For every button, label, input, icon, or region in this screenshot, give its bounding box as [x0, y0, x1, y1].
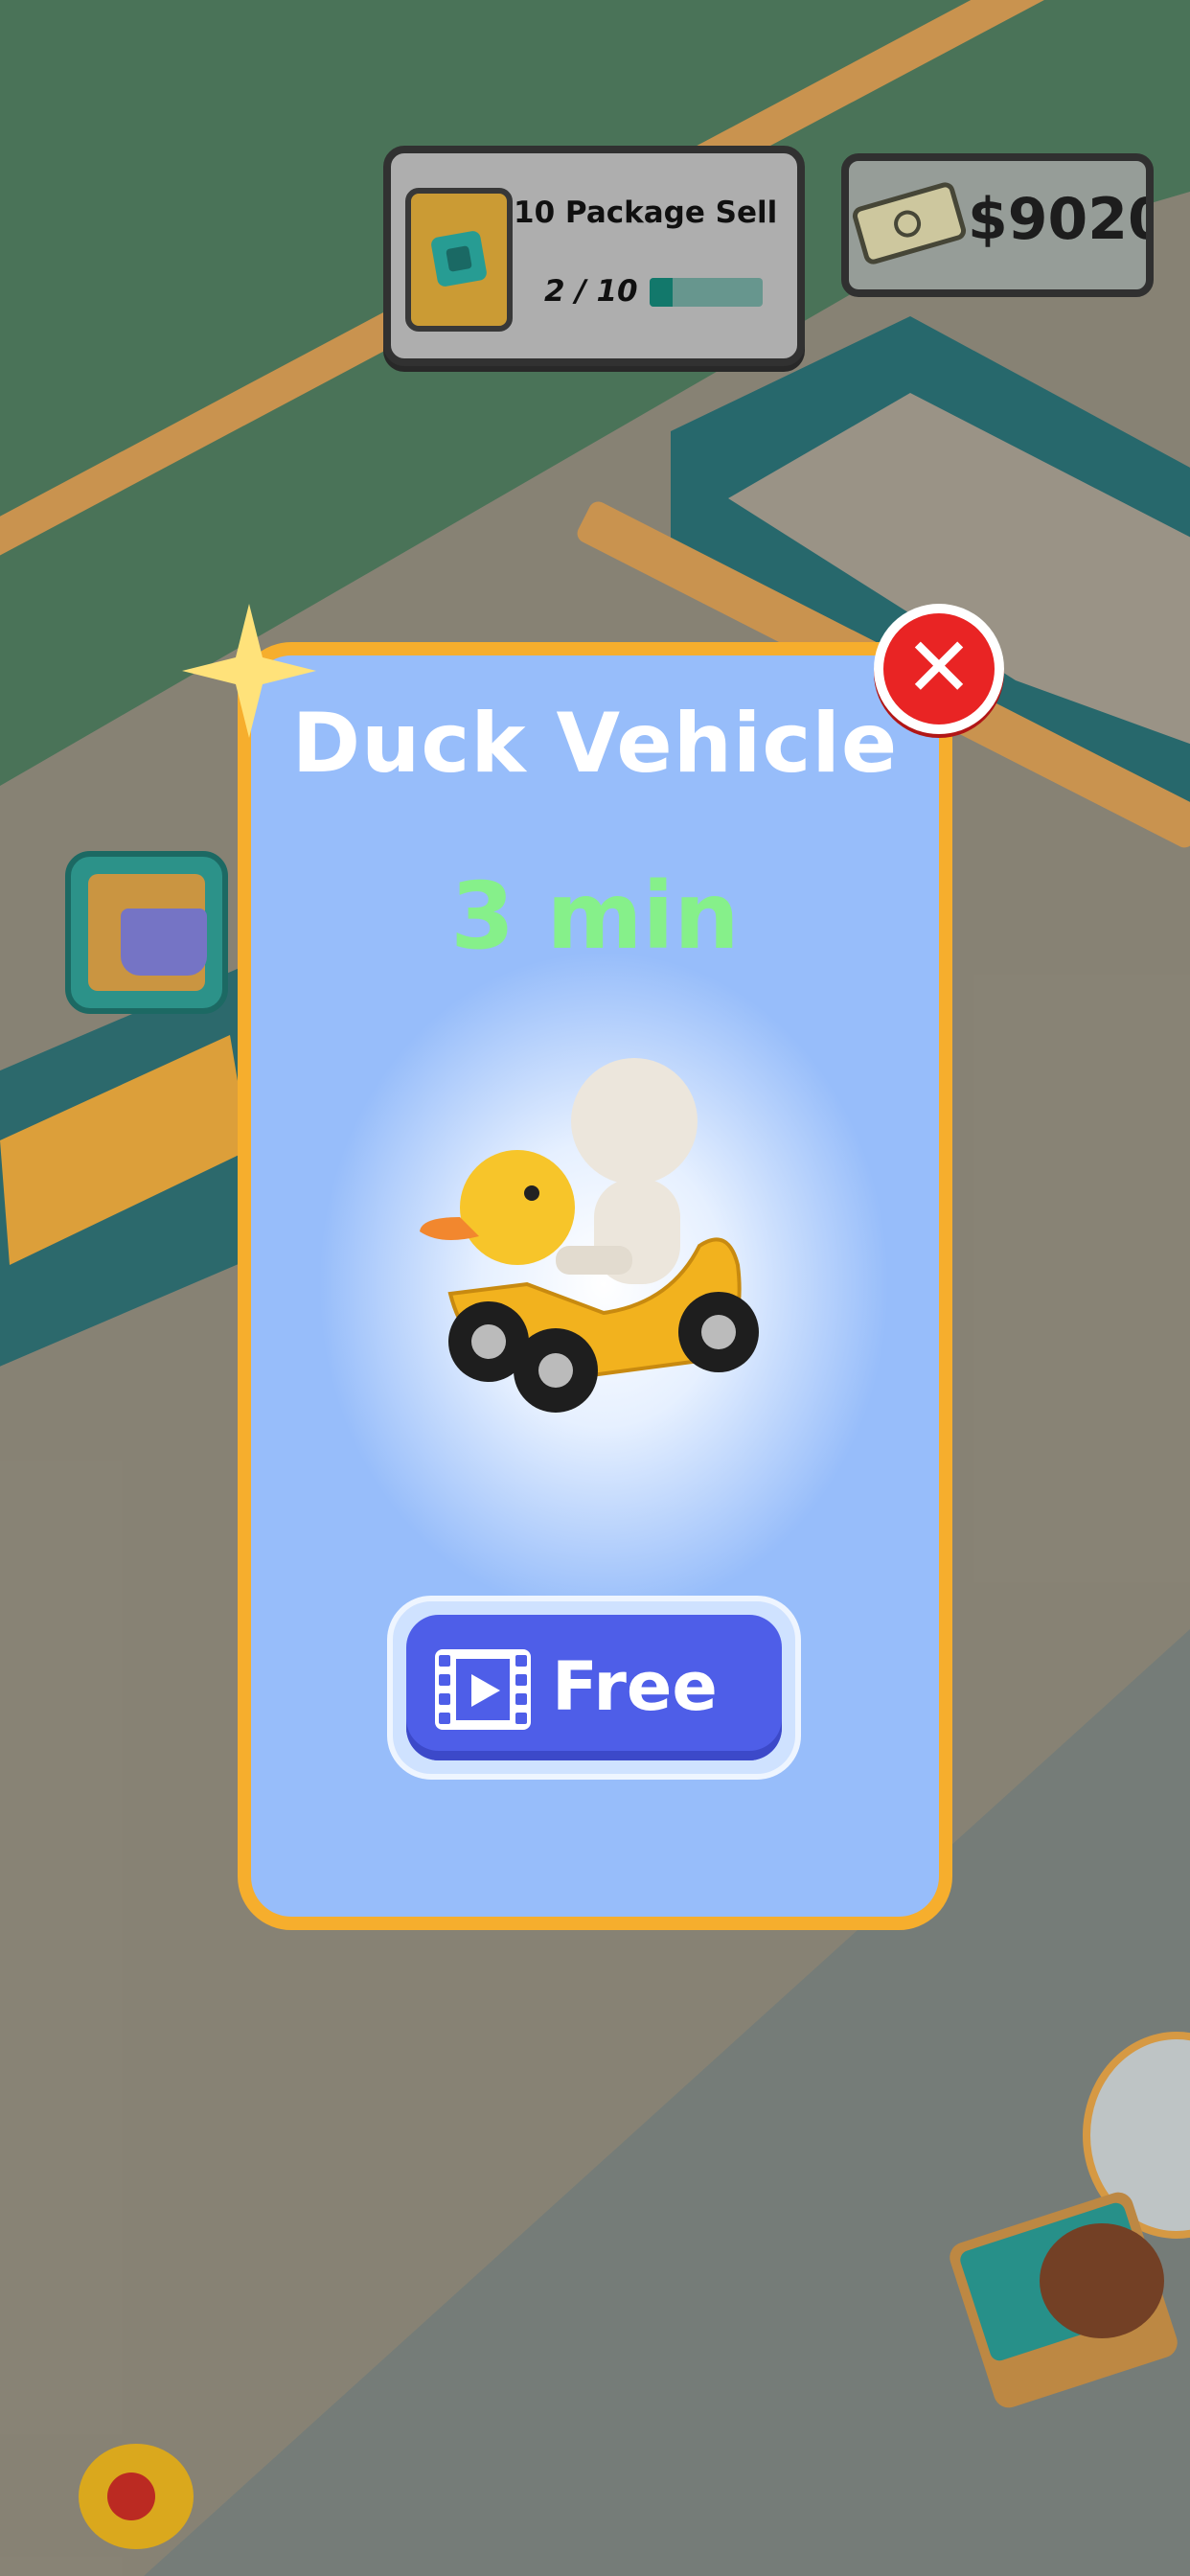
duck-kart-vehicle: [420, 1058, 759, 1413]
free-ad-button[interactable]: Free: [387, 1596, 801, 1780]
close-icon: ✕: [904, 620, 974, 716]
video-ad-icon: [435, 1649, 531, 1730]
popup-title: Duck Vehicle: [291, 696, 899, 792]
free-button-label: Free: [552, 1647, 718, 1726]
close-button[interactable]: ✕: [874, 604, 1004, 734]
